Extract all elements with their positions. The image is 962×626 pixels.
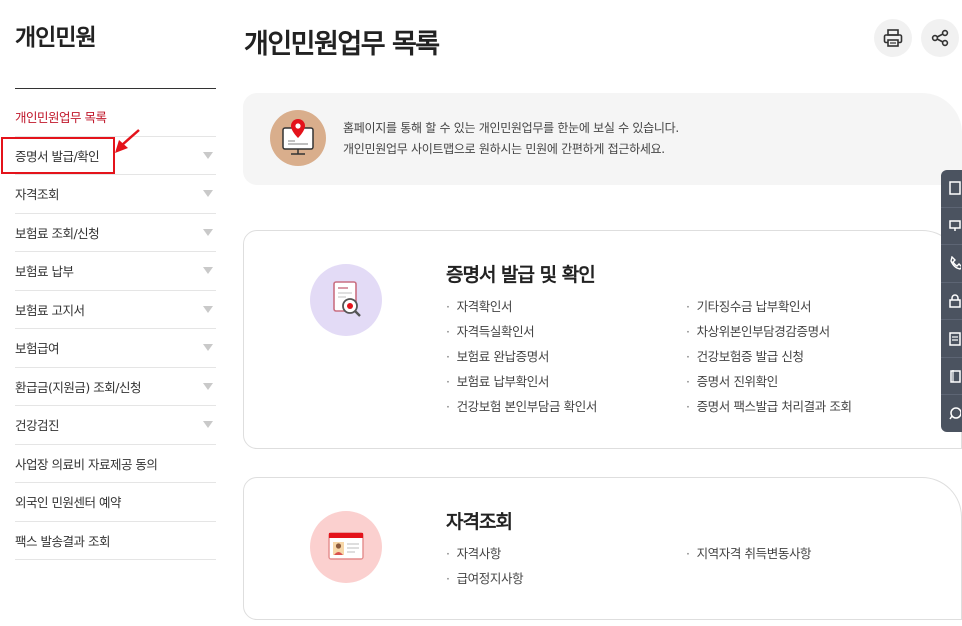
link-insurance-card-issue[interactable]: 건강보험증 발급 신청 xyxy=(686,348,946,366)
link-other-collection-payment[interactable]: 기타징수금 납부확인서 xyxy=(686,298,946,316)
sidebar-item-label: 건강검진 xyxy=(15,418,60,434)
sidebar-item-medical-consent[interactable]: 사업장 의료비 자료제공 동의 xyxy=(15,445,216,483)
quick-monitor-button[interactable] xyxy=(941,208,962,246)
sidebar-item-refund[interactable]: 환급금(지원금) 조회/신청 xyxy=(15,368,216,406)
link-list: 자격사항 지역자격 취득변동사항 급여정지사항 xyxy=(446,545,946,588)
sidebar-item-label: 자격조회 xyxy=(15,187,60,203)
quick-document-button[interactable] xyxy=(941,170,962,208)
sidebar-item-label: 사업장 의료비 자료제공 동의 xyxy=(15,456,158,472)
link-regional-qualification-changes[interactable]: 지역자격 취득변동사항 xyxy=(686,545,946,563)
sidebar-item-label: 보험료 고지서 xyxy=(15,302,85,318)
chevron-down-icon xyxy=(203,228,213,236)
card-title: 자격조회 xyxy=(446,511,513,533)
sidebar-item-premium-payment[interactable]: 보험료 납부 xyxy=(15,252,216,291)
printer-icon xyxy=(883,29,903,47)
id-card-icon xyxy=(310,511,382,583)
chat-icon xyxy=(949,407,961,420)
info-line: 개인민원업무 사이트맵으로 원하시는 민원에 간편하게 접근하세요. xyxy=(343,142,665,156)
list-icon xyxy=(949,331,961,346)
card-qualification: 자격조회 자격사항 지역자격 취득변동사항 급여정지사항 xyxy=(243,477,962,620)
phone-icon xyxy=(950,256,961,271)
link-copayment-reduction[interactable]: 차상위본인부담경감증명서 xyxy=(686,323,946,341)
certificate-search-icon xyxy=(310,264,382,336)
chevron-down-icon xyxy=(203,190,213,198)
chevron-down-icon xyxy=(203,305,213,313)
quick-book-button[interactable] xyxy=(941,358,962,396)
sidebar-item-premium-bill[interactable]: 보험료 고지서 xyxy=(15,291,216,329)
link-copayment-confirmation[interactable]: 건강보험 본인부담금 확인서 xyxy=(446,398,686,416)
lock-icon xyxy=(949,294,961,308)
sidebar-item-fax-result[interactable]: 팩스 발송결과 조회 xyxy=(15,522,216,560)
card-title: 증명서 발급 및 확인 xyxy=(446,264,596,286)
sidebar-item-benefits[interactable]: 보험급여 xyxy=(15,329,216,368)
share-button[interactable] xyxy=(921,19,959,57)
share-icon xyxy=(931,29,949,47)
link-certificate-verification[interactable]: 증명서 진위확인 xyxy=(686,373,946,391)
sidebar-title: 개인민원 xyxy=(15,25,97,51)
page-title: 개인민원업무 목록 xyxy=(244,29,440,60)
print-button[interactable] xyxy=(874,19,912,57)
sidebar-item-label: 보험료 납부 xyxy=(15,264,74,280)
sidebar-item-label: 팩스 발송결과 조회 xyxy=(15,533,110,549)
link-qualification-details[interactable]: 자격사항 xyxy=(446,545,686,563)
chevron-down-icon xyxy=(203,151,213,159)
link-list: 자격확인서 기타징수금 납부확인서 자격득실확인서 차상위본인부담경감증명서 보… xyxy=(446,298,946,416)
quick-phone-button[interactable] xyxy=(941,245,962,283)
quick-chat-button[interactable] xyxy=(941,395,962,432)
card-certificate: 증명서 발급 및 확인 자격확인서 기타징수금 납부확인서 자격득실확인서 차상… xyxy=(243,230,962,449)
document-icon xyxy=(949,181,961,196)
link-premium-paid-certificate[interactable]: 보험료 완납증명서 xyxy=(446,348,686,366)
sidebar-item-label: 개인민원업무 목록 xyxy=(15,110,107,126)
sidebar-item-qualification[interactable]: 자격조회 xyxy=(15,175,216,214)
chevron-down-icon xyxy=(203,344,213,352)
info-line: 홈페이지를 통해 할 수 있는 개인민원업무를 한눈에 보실 수 있습니다. xyxy=(343,121,679,135)
sidebar-item-label: 외국인 민원센터 예약 xyxy=(15,495,121,511)
link-benefit-suspension[interactable]: 급여정지사항 xyxy=(446,570,686,588)
chevron-down-icon xyxy=(203,382,213,390)
sidebar: 개인민원 개인민원업무 목록 증명서 발급/확인 자격조회 보험료 조회/신청 … xyxy=(0,0,216,626)
highlight-box-sidebar xyxy=(1,137,115,174)
quick-lock-button[interactable] xyxy=(941,283,962,321)
chevron-down-icon xyxy=(203,421,213,429)
sidebar-item-label: 보험료 조회/신청 xyxy=(15,225,100,241)
quick-list-button[interactable] xyxy=(941,320,962,358)
sidebar-item-foreigner-reservation[interactable]: 외국인 민원센터 예약 xyxy=(15,483,216,522)
link-premium-payment-confirmation[interactable]: 보험료 납부확인서 xyxy=(446,373,686,391)
chevron-down-icon xyxy=(203,267,213,275)
link-qualification-history[interactable]: 자격득실확인서 xyxy=(446,323,686,341)
info-banner: 홈페이지를 통해 할 수 있는 개인민원업무를 한눈에 보실 수 있습니다. 개… xyxy=(243,93,962,185)
quick-menu-bar xyxy=(941,170,962,432)
red-arrow-icon xyxy=(115,129,140,153)
sidebar-item-checkup[interactable]: 건강검진 xyxy=(15,406,216,445)
monitor-location-icon xyxy=(270,110,326,166)
sidebar-item-label: 보험급여 xyxy=(15,341,60,357)
monitor-icon xyxy=(949,220,961,231)
sidebar-item-premium-inquiry[interactable]: 보험료 조회/신청 xyxy=(15,214,216,252)
link-fax-issue-result[interactable]: 증명서 팩스발급 처리결과 조회 xyxy=(686,398,946,416)
sidebar-divider xyxy=(15,88,216,89)
book-icon xyxy=(950,370,961,383)
info-text: 홈페이지를 통해 할 수 있는 개인민원업무를 한눈에 보실 수 있습니다. 개… xyxy=(343,118,679,160)
link-qualification-certificate[interactable]: 자격확인서 xyxy=(446,298,686,316)
sidebar-item-label: 환급금(지원금) 조회/신청 xyxy=(15,379,141,395)
